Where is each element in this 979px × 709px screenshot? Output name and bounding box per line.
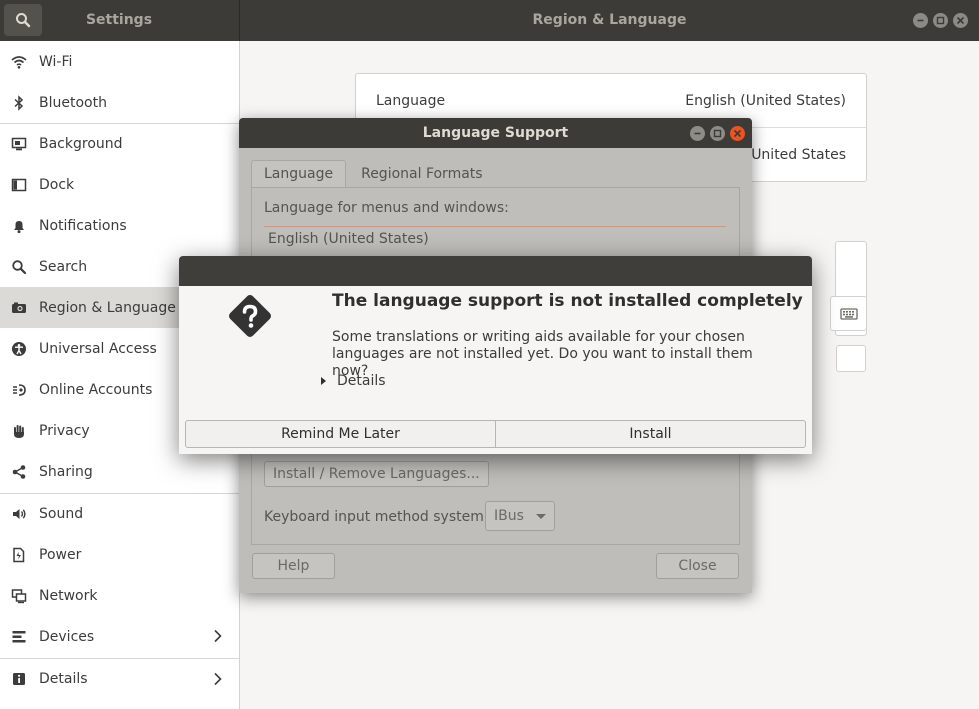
sidebar-item-sound[interactable]: Sound <box>0 493 239 534</box>
details-label: Details <box>337 373 386 389</box>
close-icon <box>733 129 742 138</box>
install-button[interactable]: Install <box>495 421 805 447</box>
sidebar-item-background[interactable]: Background <box>0 123 239 164</box>
sidebar-item-label: Universal Access <box>39 340 157 357</box>
close-window-button[interactable] <box>953 13 968 28</box>
sidebar-item-label: Power <box>39 546 82 563</box>
sidebar-item-label: Online Accounts <box>39 381 153 398</box>
sidebar-item-label: Sound <box>39 506 84 522</box>
sidebar-item-dock[interactable]: Dock <box>0 164 239 205</box>
sidebar-item-bluetooth[interactable]: Bluetooth <box>0 82 239 123</box>
sidebar-item-label: Dock <box>39 176 75 193</box>
ls-minimize-button[interactable] <box>690 126 705 141</box>
language-value: English (United States) <box>685 92 846 109</box>
sidebar-item-label: Network <box>39 587 98 604</box>
sidebar-item-power[interactable]: Power <box>0 534 239 575</box>
bell-icon <box>10 217 28 235</box>
question-icon <box>229 295 271 337</box>
dialog-message: Some translations or writing aids availa… <box>332 329 753 379</box>
dialog-heading: The language support is not installed co… <box>332 291 803 311</box>
maximize-button[interactable] <box>933 13 948 28</box>
dock-icon <box>10 176 28 194</box>
formats-value: United States <box>751 147 846 163</box>
sidebar-item-details[interactable]: Details <box>0 658 239 699</box>
sidebar-item-sharing[interactable]: Sharing <box>0 451 239 492</box>
keyboard-input-label: Keyboard input method system: <box>264 509 489 525</box>
hand-icon <box>10 422 28 440</box>
sidebar-item-label: Devices <box>39 628 95 645</box>
maximize-icon <box>713 129 722 138</box>
chevron-right-icon <box>214 672 222 686</box>
close-icon <box>956 16 965 25</box>
wifi-icon <box>10 53 28 71</box>
sidebar-item-label: Search <box>39 258 88 275</box>
list-item[interactable]: English (United States) <box>264 226 726 250</box>
language-support-title: Language Support <box>239 118 752 148</box>
sidebar-item-label: Details <box>39 671 88 687</box>
install-remove-languages-button[interactable]: Install / Remove Languages... <box>264 461 489 487</box>
expander-arrow-icon <box>321 377 326 385</box>
language-support-dialog: The language support is not installed co… <box>179 256 812 454</box>
sidebar-item-label: Region & Language <box>39 299 176 316</box>
accessibility-icon <box>10 340 28 358</box>
keyboard-input-combo[interactable]: IBus <box>485 501 555 531</box>
ls-close-window-button[interactable] <box>730 126 745 141</box>
minimize-icon <box>917 19 924 22</box>
sidebar-item-devices[interactable]: Devices <box>0 616 239 657</box>
sidebar-item-label: Background <box>39 136 123 152</box>
search-icon <box>10 258 28 276</box>
keyboard-input-value: IBus <box>494 508 524 524</box>
network-icon <box>10 587 28 605</box>
dialog-title-bar <box>179 256 812 286</box>
dropdown-arrow-icon <box>535 513 546 519</box>
sidebar-item-notifications[interactable]: Notifications <box>0 205 239 246</box>
minimize-icon <box>694 132 701 135</box>
camera-icon <box>10 299 28 317</box>
background-icon <box>10 135 28 153</box>
speaker-icon <box>10 505 28 523</box>
sidebar-item-label: Privacy <box>39 422 90 439</box>
language-label: Language <box>376 92 446 109</box>
info-icon <box>10 670 28 688</box>
language-list[interactable]: English (United States) <box>264 226 726 256</box>
title-bar: Settings Region & Language <box>0 0 979 41</box>
sidebar-item-wifi[interactable]: Wi-Fi <box>0 41 239 82</box>
share-icon <box>10 463 28 481</box>
menus-windows-label: Language for menus and windows: <box>264 200 509 216</box>
panel-title: Region & Language <box>532 12 687 28</box>
sidebar-item-label: Sharing <box>39 463 93 480</box>
devices-icon <box>10 628 28 646</box>
power-icon <box>10 546 28 564</box>
keyboard-icon <box>839 307 858 320</box>
sidebar-item-label: Wi-Fi <box>39 53 73 70</box>
maximize-icon <box>936 16 945 25</box>
settings-title: Settings <box>85 12 153 28</box>
tab-language[interactable]: Language <box>251 160 347 187</box>
tab-regional-formats[interactable]: Regional Formats <box>348 160 495 187</box>
details-expander[interactable]: Details <box>321 373 386 389</box>
remind-me-later-button[interactable]: Remind Me Later <box>186 421 495 447</box>
ls-maximize-button[interactable] <box>710 126 725 141</box>
keyboard-layout-button[interactable] <box>830 296 867 331</box>
ls-tabs: Language Regional Formats <box>251 160 498 187</box>
bluetooth-icon <box>10 94 28 112</box>
sidebar-item-network[interactable]: Network <box>0 575 239 616</box>
help-button[interactable]: Help <box>252 553 335 579</box>
dialog-button-box: Remind Me Later Install <box>185 420 806 448</box>
options-button[interactable] <box>836 345 866 372</box>
sidebar-item-label: Notifications <box>39 217 127 234</box>
minimize-button[interactable] <box>913 13 928 28</box>
sidebar-item-label: Bluetooth <box>39 94 107 111</box>
online-accounts-icon <box>10 381 28 399</box>
chevron-right-icon <box>214 629 222 643</box>
close-button[interactable]: Close <box>656 553 739 579</box>
